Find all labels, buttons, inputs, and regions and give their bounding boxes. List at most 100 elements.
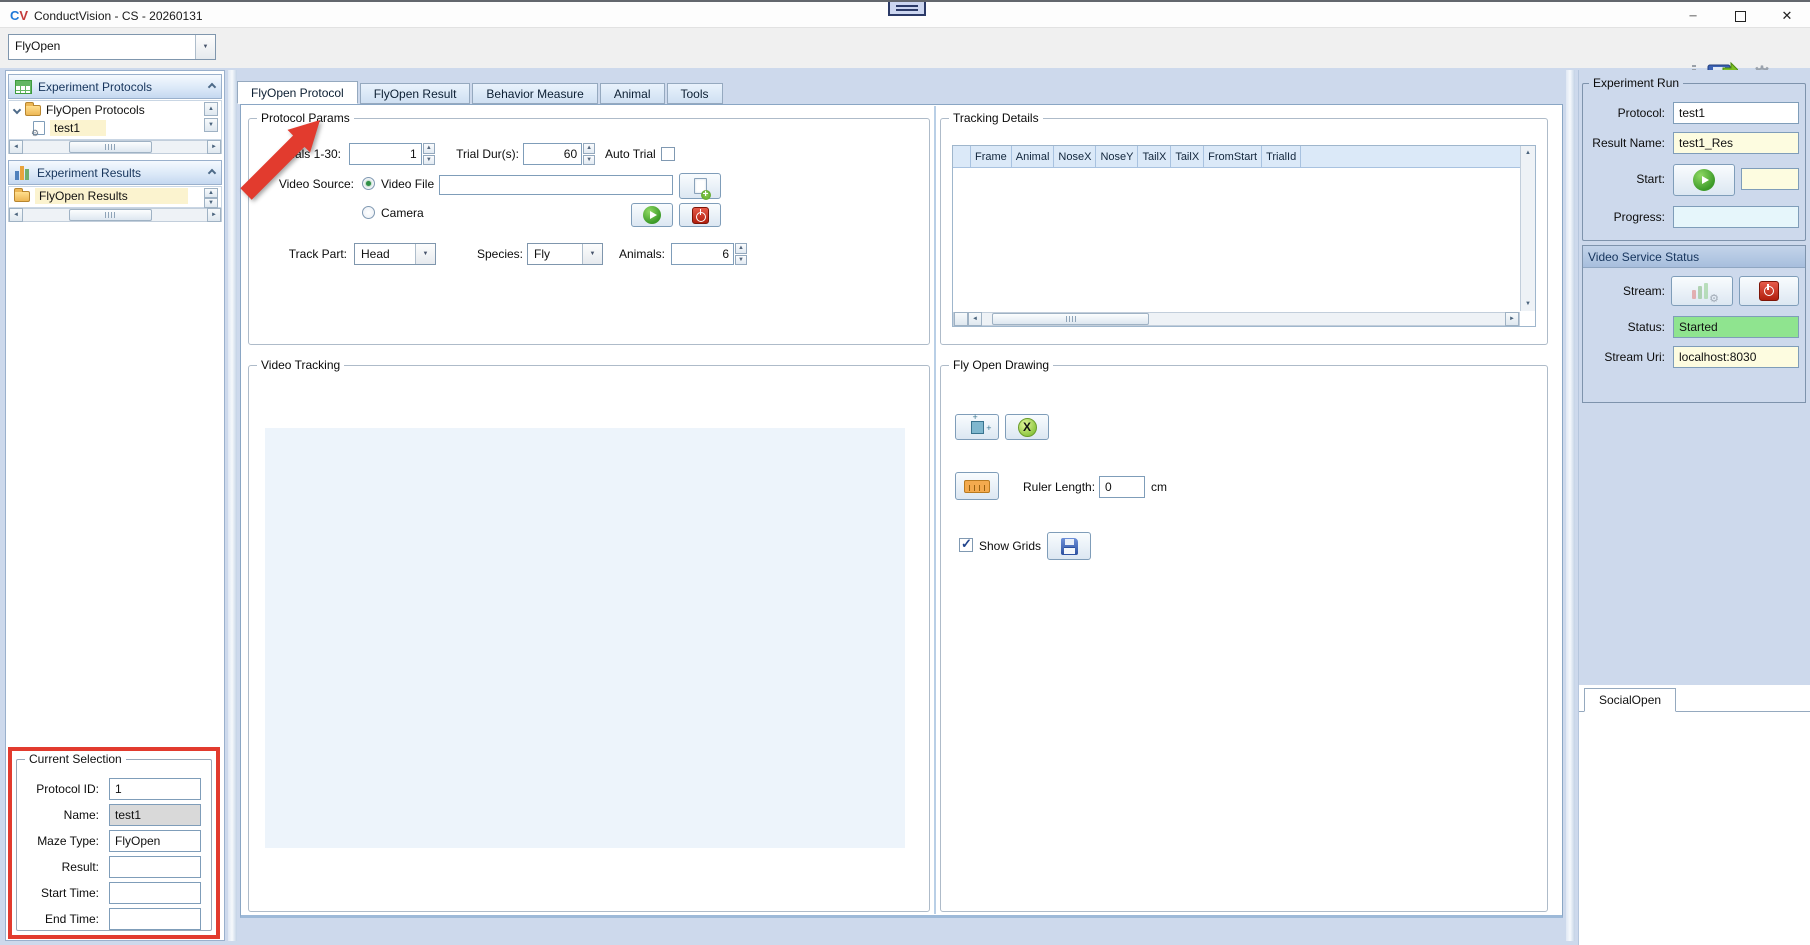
- results-tree-hscroll[interactable]: [8, 208, 222, 222]
- scroll-down-icon[interactable]: [204, 198, 218, 208]
- chevron-down-icon[interactable]: [195, 35, 215, 59]
- start-label: Start:: [1636, 172, 1665, 186]
- maximize-button[interactable]: [1717, 2, 1763, 30]
- auto-trial-checkbox[interactable]: [661, 147, 675, 161]
- scrollbar-thumb[interactable]: [69, 141, 152, 153]
- progress-field[interactable]: [1673, 206, 1799, 228]
- scroll-left-icon[interactable]: [9, 140, 23, 154]
- scrollbar-thumb[interactable]: [992, 313, 1150, 325]
- experiment-protocols-header[interactable]: Experiment Protocols: [8, 74, 222, 99]
- start-time-field[interactable]: [109, 882, 201, 904]
- end-time-field[interactable]: [109, 908, 201, 930]
- col-trialid[interactable]: TrialId: [1262, 146, 1302, 167]
- tab-flyopen-protocol[interactable]: FlyOpen Protocol: [237, 81, 358, 104]
- col-tailx2[interactable]: TailX: [1171, 146, 1205, 167]
- stream-start-button[interactable]: [1671, 276, 1733, 306]
- collapse-icon[interactable]: [207, 82, 217, 91]
- scrollbar-thumb[interactable]: [69, 209, 152, 221]
- tab-behavior-measure[interactable]: Behavior Measure: [472, 83, 598, 104]
- ruler-button[interactable]: [955, 472, 999, 500]
- result-field[interactable]: [109, 856, 201, 878]
- video-source-row: Video Source: Video File: [249, 173, 929, 200]
- scroll-right-icon[interactable]: [1505, 312, 1519, 326]
- show-grids-checkbox[interactable]: [959, 536, 973, 552]
- result-name-field[interactable]: [1673, 132, 1799, 154]
- window-drag-handle-icon[interactable]: [888, 2, 926, 16]
- spin-down-icon[interactable]: [583, 154, 595, 165]
- preview-stop-button[interactable]: [679, 203, 721, 227]
- col-frame[interactable]: Frame: [971, 146, 1012, 167]
- name-field[interactable]: [109, 804, 201, 826]
- video-file-radio[interactable]: [362, 177, 375, 190]
- protocol-id-field[interactable]: [109, 778, 201, 800]
- col-fromstart[interactable]: FromStart: [1204, 146, 1263, 167]
- chevron-down-icon[interactable]: [582, 244, 602, 264]
- results-tree-vscroll[interactable]: [204, 188, 219, 208]
- animals-input[interactable]: [671, 243, 734, 265]
- maze-type-field[interactable]: [109, 830, 201, 852]
- scroll-left-icon[interactable]: [9, 208, 23, 222]
- spin-up-icon[interactable]: [583, 143, 595, 154]
- experiment-results-header[interactable]: Experiment Results: [8, 160, 222, 185]
- end-time-label: End Time:: [44, 912, 99, 926]
- video-tracking-canvas[interactable]: [265, 428, 905, 848]
- tree-item-test1[interactable]: test1: [9, 119, 221, 139]
- status-field[interactable]: [1673, 316, 1799, 338]
- scroll-right-icon[interactable]: [207, 140, 221, 154]
- add-video-file-button[interactable]: [679, 173, 721, 200]
- tab-tools[interactable]: Tools: [666, 83, 723, 104]
- spin-up-icon[interactable]: [735, 243, 747, 254]
- chevron-down-icon[interactable]: [415, 244, 435, 264]
- col-tailx1[interactable]: TailX: [1138, 146, 1172, 167]
- collapse-icon[interactable]: [207, 168, 217, 177]
- maze-type-select[interactable]: FlyOpen: [8, 34, 216, 60]
- tracking-table-vscroll[interactable]: [1520, 146, 1535, 311]
- spin-up-icon[interactable]: [422, 143, 435, 154]
- col-animal[interactable]: Animal: [1012, 146, 1055, 167]
- tree-item-flyopen-results[interactable]: FlyOpen Results: [9, 187, 221, 205]
- play-icon: [1693, 169, 1715, 191]
- spin-down-icon[interactable]: [735, 254, 747, 265]
- save-drawing-button[interactable]: [1047, 532, 1091, 560]
- clear-drawing-button[interactable]: X: [1005, 414, 1049, 440]
- scroll-down-icon[interactable]: [1521, 297, 1535, 311]
- tab-socialopen[interactable]: SocialOpen: [1584, 688, 1677, 712]
- spin-down-icon[interactable]: [422, 154, 435, 165]
- scroll-up-icon[interactable]: [204, 188, 218, 198]
- expander-icon[interactable]: [12, 105, 22, 115]
- scroll-up-icon[interactable]: [1521, 146, 1535, 160]
- tab-flyopen-result[interactable]: FlyOpen Result: [359, 83, 471, 104]
- preview-play-button[interactable]: [631, 203, 673, 227]
- scroll-up-icon[interactable]: [204, 102, 218, 116]
- track-part-select[interactable]: Head: [354, 243, 436, 265]
- species-select[interactable]: Fly: [527, 243, 603, 265]
- protocols-tree-vscroll[interactable]: [204, 102, 219, 132]
- scroll-left-icon[interactable]: [968, 312, 982, 326]
- splitter-right[interactable]: [1566, 70, 1575, 941]
- stream-stop-button[interactable]: [1739, 276, 1799, 306]
- trials-stepper[interactable]: [349, 143, 435, 165]
- video-path-input[interactable]: [439, 175, 673, 195]
- col-nosey[interactable]: NoseY: [1096, 146, 1139, 167]
- protocols-tree-hscroll[interactable]: [8, 140, 222, 154]
- start-run-button[interactable]: [1673, 164, 1735, 196]
- scroll-down-icon[interactable]: [204, 118, 218, 132]
- close-button[interactable]: [1764, 2, 1810, 30]
- scroll-right-icon[interactable]: [207, 208, 221, 222]
- camera-radio[interactable]: [362, 206, 375, 219]
- draw-arena-button[interactable]: [955, 412, 999, 440]
- stream-uri-field[interactable]: [1673, 346, 1799, 368]
- window-title: ConductVision - CS - 20260131: [34, 9, 203, 23]
- minimize-button[interactable]: [1670, 2, 1716, 30]
- tree-item-flyopen-protocols[interactable]: FlyOpen Protocols: [9, 101, 221, 119]
- tracking-table-hscroll[interactable]: [953, 312, 1520, 326]
- run-protocol-field[interactable]: [1673, 102, 1799, 124]
- col-nosex[interactable]: NoseX: [1054, 146, 1097, 167]
- trial-dur-stepper[interactable]: [523, 143, 595, 165]
- tab-animal[interactable]: Animal: [599, 83, 665, 104]
- start-time-field[interactable]: [1741, 168, 1799, 190]
- trial-dur-input[interactable]: [523, 143, 583, 165]
- trials-input[interactable]: [349, 143, 422, 165]
- ruler-length-input[interactable]: [1099, 476, 1145, 498]
- animals-stepper[interactable]: [671, 243, 747, 265]
